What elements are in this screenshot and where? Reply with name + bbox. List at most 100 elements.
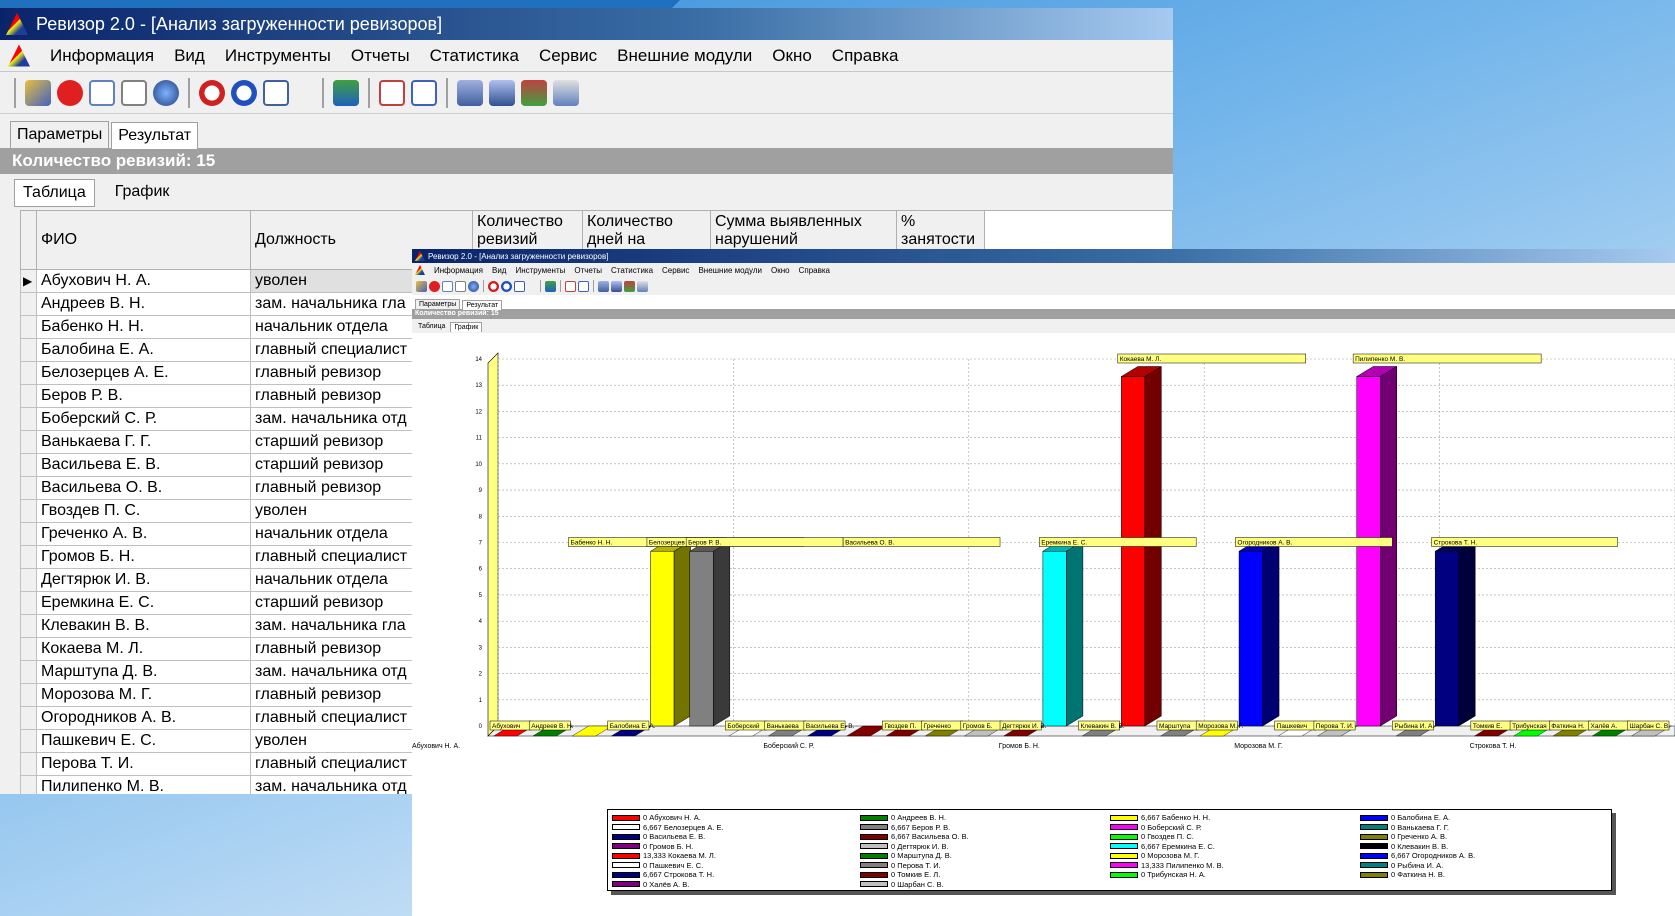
cell-name[interactable]: Васильева Е. В.	[36, 453, 251, 477]
row-indicator[interactable]	[20, 476, 37, 500]
menu-information[interactable]: Информация	[434, 266, 483, 275]
title-bar[interactable]: Ревизор 2.0 - [Анализ загруженности реви…	[0, 8, 1173, 40]
alarm-clock-icon[interactable]	[488, 280, 499, 292]
copy-icon[interactable]	[442, 280, 453, 292]
calendar-icon[interactable]	[565, 280, 576, 292]
cell-name[interactable]: Греченко А. В.	[36, 522, 251, 546]
cell-name[interactable]: Пилипенко М. В.	[36, 775, 251, 794]
row-indicator[interactable]	[20, 660, 37, 684]
bar-23[interactable]	[1356, 376, 1381, 727]
row-indicator[interactable]	[20, 292, 37, 316]
row-indicator[interactable]	[20, 591, 37, 615]
document-icon[interactable]	[455, 280, 466, 292]
cell-name[interactable]: Ванькаева Г. Г.	[36, 430, 251, 454]
database-icon[interactable]	[521, 79, 547, 106]
menu-statistics[interactable]: Статистика	[611, 266, 653, 275]
alarm-clock-icon[interactable]	[199, 79, 225, 106]
app-menu-icon[interactable]	[8, 44, 30, 67]
tab-result[interactable]: Результат	[462, 300, 503, 310]
bar-6[interactable]	[689, 550, 714, 727]
bar-20[interactable]	[1238, 550, 1263, 727]
calendar-icon[interactable]	[379, 79, 405, 106]
checklist-icon[interactable]	[411, 79, 437, 106]
row-indicator[interactable]	[20, 384, 37, 408]
cell-name[interactable]: Морозова М. Г.	[36, 683, 251, 707]
row-indicator[interactable]	[20, 775, 37, 794]
row-indicator[interactable]	[20, 729, 37, 753]
cell-name[interactable]: Андреев В. Н.	[36, 292, 251, 316]
row-indicator[interactable]	[20, 752, 37, 776]
tab-result[interactable]: Результат	[111, 122, 199, 149]
menu-service[interactable]: Сервис	[662, 266, 689, 275]
tab-chart[interactable]: График	[450, 322, 483, 332]
printer-icon[interactable]	[637, 280, 648, 292]
globe-icon[interactable]	[468, 280, 479, 292]
cell-name[interactable]: Абухович Н. А.	[36, 269, 251, 293]
cell-name[interactable]: Марштупа Д. В.	[36, 660, 251, 684]
import-icon[interactable]	[457, 79, 483, 106]
menu-window[interactable]: Окно	[771, 266, 790, 275]
database-icon[interactable]	[624, 280, 635, 292]
row-indicator[interactable]	[20, 499, 37, 523]
clock-icon[interactable]	[501, 280, 512, 292]
menu-reports[interactable]: Отчеты	[574, 266, 602, 275]
row-indicator[interactable]	[20, 407, 37, 431]
book-icon[interactable]	[25, 79, 51, 106]
row-indicator[interactable]	[20, 637, 37, 661]
stop-icon[interactable]	[57, 79, 83, 106]
bar-5[interactable]	[650, 550, 675, 727]
cell-name[interactable]: Бабенко Н. Н.	[36, 315, 251, 339]
menu-tools[interactable]: Инструменты	[225, 46, 331, 66]
book-icon[interactable]	[416, 280, 427, 292]
bar-15[interactable]	[1042, 550, 1067, 727]
menu-external-modules[interactable]: Внешние модули	[698, 266, 762, 275]
app-menu-icon[interactable]	[415, 265, 425, 275]
menu-view[interactable]: Вид	[174, 46, 205, 66]
menu-help[interactable]: Справка	[832, 46, 899, 66]
import-icon[interactable]	[598, 280, 609, 292]
tab-table[interactable]: Таблица	[415, 321, 449, 331]
clock-icon[interactable]	[231, 79, 257, 106]
row-indicator[interactable]	[20, 614, 37, 638]
row-indicator[interactable]	[20, 361, 37, 385]
menu-view[interactable]: Вид	[492, 266, 506, 275]
row-indicator[interactable]	[20, 568, 37, 592]
menu-statistics[interactable]: Статистика	[430, 46, 519, 66]
bar-17[interactable]	[1121, 376, 1146, 727]
bar-25[interactable]	[1434, 550, 1459, 727]
image-icon[interactable]	[545, 280, 556, 292]
cell-name[interactable]: Гвоздев П. С.	[36, 499, 251, 523]
cell-name[interactable]: Перова Т. И.	[36, 752, 251, 776]
stop-icon[interactable]	[429, 280, 440, 292]
title-bar[interactable]: Ревизор 2.0 - [Анализ загруженности реви…	[412, 249, 1675, 263]
cell-name[interactable]: Кокаева М. Л.	[36, 637, 251, 661]
cell-name[interactable]: Васильева О. В.	[36, 476, 251, 500]
tab-parameters[interactable]: Параметры	[415, 299, 461, 309]
row-indicator[interactable]	[20, 545, 37, 569]
menu-tools[interactable]: Инструменты	[515, 266, 565, 275]
copy-icon[interactable]	[89, 79, 115, 106]
tab-parameters[interactable]: Параметры	[10, 121, 110, 148]
globe-icon[interactable]	[153, 79, 179, 106]
cell-name[interactable]: Клевакин В. В.	[36, 614, 251, 638]
cell-name[interactable]: Дегтярюк И. В.	[36, 568, 251, 592]
column-header-name[interactable]: ФИО	[36, 210, 251, 270]
menu-external-modules[interactable]: Внешние модули	[617, 46, 752, 66]
menu-window[interactable]: Окно	[772, 46, 812, 66]
row-indicator[interactable]	[20, 706, 37, 730]
cell-name[interactable]: Громов Б. Н.	[36, 545, 251, 569]
tab-chart[interactable]: График	[106, 179, 178, 205]
cell-name[interactable]: Боберский С. Р.	[36, 407, 251, 431]
tab-table[interactable]: Таблица	[14, 179, 95, 207]
menu-reports[interactable]: Отчеты	[351, 46, 410, 66]
image-icon[interactable]	[333, 79, 359, 106]
cell-name[interactable]: Белозерцев А. Е.	[36, 361, 251, 385]
checklist-icon[interactable]	[578, 280, 589, 292]
printer-icon[interactable]	[553, 79, 579, 106]
row-indicator[interactable]	[20, 453, 37, 477]
report-icon[interactable]	[514, 280, 525, 292]
row-indicator[interactable]	[20, 683, 37, 707]
menu-information[interactable]: Информация	[50, 46, 154, 66]
export-icon[interactable]	[489, 79, 515, 106]
menu-service[interactable]: Сервис	[539, 46, 597, 66]
